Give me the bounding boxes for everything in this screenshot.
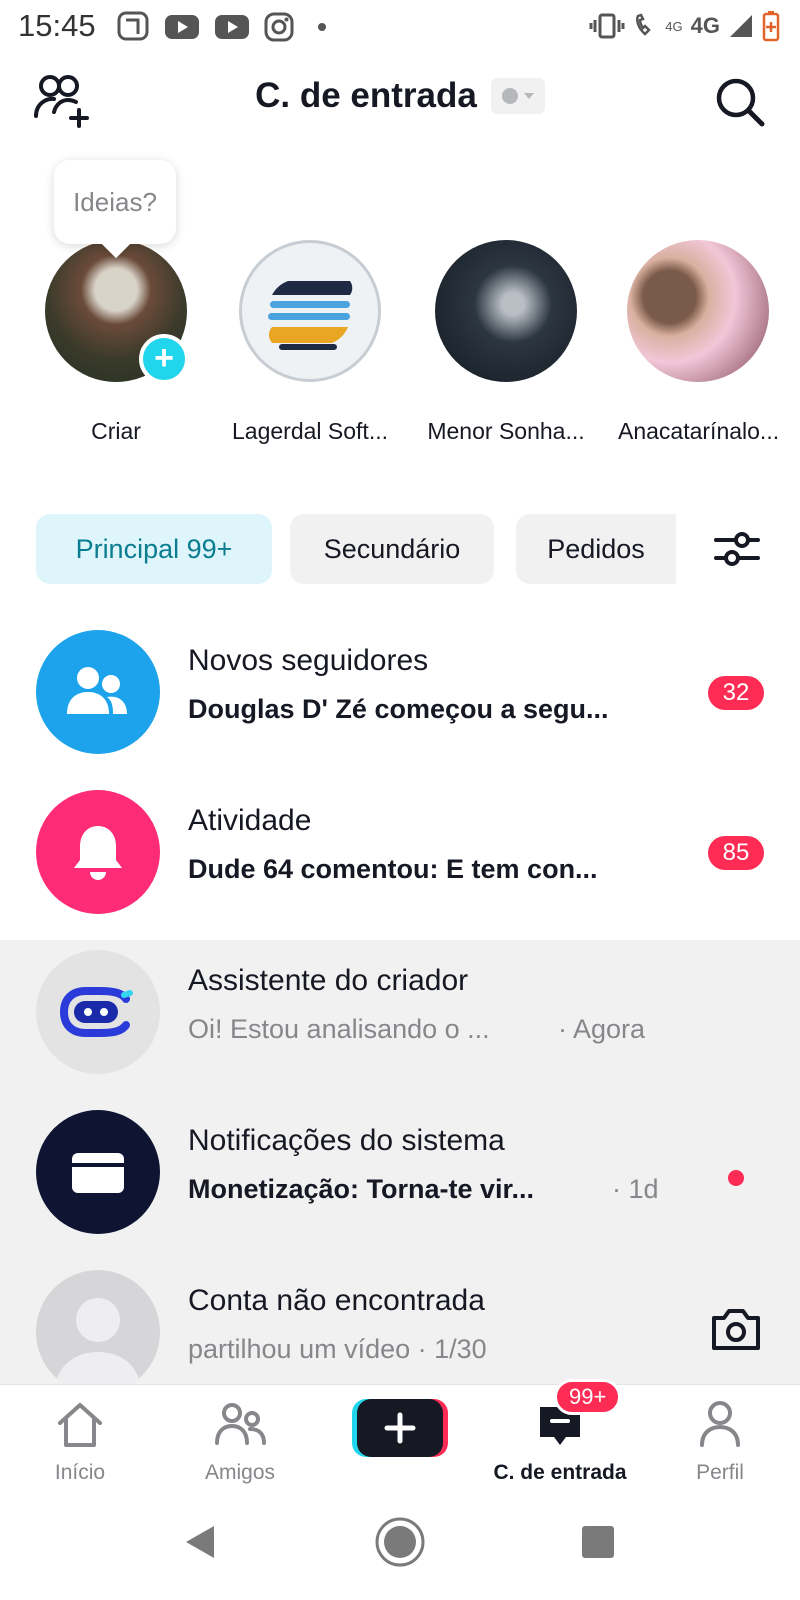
nav-profile[interactable]: Perfil [650,1399,790,1485]
stories-row: Ideias? + Criar Lagerdal Soft... Menor S… [0,158,800,458]
nav-home[interactable]: Início [10,1399,150,1485]
list-item-activity[interactable]: Atividade Dude 64 comentou: E tem con...… [0,780,800,940]
story-create[interactable]: + Criar [36,240,196,445]
list-item-system-notifications[interactable]: Notificações do sistema Monetização: Tor… [0,1100,800,1260]
system-status-icons: 4G 4G [589,10,780,42]
chevron-down-icon [523,93,534,99]
inbox-list: Novos seguidores Douglas D' Zé começou a… [0,620,800,1384]
filter-chip-requests[interactable]: Pedidos [516,514,676,584]
filter-chip-primary[interactable]: Principal 99+ [36,514,272,584]
inbox-tray-icon [36,1110,160,1234]
search-icon[interactable] [712,74,770,132]
status-bar: 15:45 4G 4G [0,0,800,52]
unread-count-badge: 85 [708,836,764,870]
status-dot [501,88,518,104]
signal-icon [730,15,752,37]
nav-label: Perfil [696,1461,744,1484]
list-item-creator-assistant[interactable]: Assistente do criador Oi! Estou analisan… [0,940,800,1100]
list-item-time: · Agora [558,1014,646,1044]
list-item-subtitle: partilhou um vídeo · 1/30 [188,1334,487,1364]
youtube-icon [215,15,249,39]
inbox-header: C. de entrada [0,64,800,140]
app-notification-icon [117,11,149,41]
lagerdal-logo [268,281,353,350]
network-type-small: 4G [665,18,683,34]
nav-label: C. de entrada [493,1461,627,1484]
battery-icon [762,11,780,42]
inbox-unread-badge: 99+ [554,1379,622,1415]
home-icon [58,1403,102,1447]
friends-icon [215,1403,266,1445]
sliders-icon[interactable] [712,524,762,574]
unread-count-badge: 32 [708,676,764,710]
nav-friends[interactable]: Amigos [170,1399,310,1485]
volte-call-icon [636,13,652,36]
list-item-time: · 1d [612,1174,659,1204]
list-item-subtitle: Monetização: Torna-te vir... [188,1174,535,1204]
header-title-group[interactable]: C. de entrada [0,76,800,116]
list-item-title: Atividade [188,804,312,837]
story-item[interactable]: Lagerdal Soft... [230,240,390,445]
bell-icon [36,790,160,914]
story-name: Criar [91,418,141,444]
nav-label: Amigos [204,1461,276,1484]
avatar [435,240,577,382]
list-item-account-not-found[interactable]: Conta não encontrada partilhou um vídeo … [0,1260,800,1384]
assistant-icon [36,950,160,1074]
status-time: 15:45 [18,8,96,43]
story-item[interactable]: Anacatarínalo... [618,240,780,445]
avatar [239,240,381,382]
recents-icon[interactable] [580,1524,616,1560]
story-item[interactable]: Menor Sonha... [426,240,586,445]
list-item-subtitle: Dude 64 comentou: E tem con... [188,854,598,884]
list-item-title: Notificações do sistema [188,1124,505,1157]
system-navigation-bar [0,1486,800,1600]
create-video-button[interactable] [352,1397,448,1459]
inbox-filters: Principal 99+ Secundário Pedidos [36,514,800,586]
avatar: + [45,240,189,384]
list-item-subtitle: Oi! Estou analisando o ... [188,1014,490,1044]
avatar [627,240,769,382]
default-avatar-icon [36,1270,160,1384]
camera-icon[interactable] [706,1300,766,1360]
story-name: Anacatarínalo... [618,418,780,444]
network-type: 4G [690,13,720,38]
instagram-icon [264,12,294,42]
followers-icon [36,630,160,754]
unread-dot [728,1170,744,1186]
list-item-new-followers[interactable]: Novos seguidores Douglas D' Zé começou a… [0,620,800,780]
home-button-icon[interactable] [374,1516,426,1568]
story-name: Lagerdal Soft... [232,418,388,444]
list-item-subtitle: Douglas D' Zé começou a segu... [188,694,609,724]
vibrate-icon [589,13,625,39]
list-item-title: Novos seguidores [188,644,429,677]
notification-icons [116,10,326,44]
more-notifications-dot [318,23,326,31]
status-selector[interactable] [490,78,545,114]
youtube-icon [165,15,199,39]
profile-icon [700,1401,740,1447]
nav-label: Início [54,1461,106,1484]
ideas-tooltip[interactable]: Ideias? [54,160,176,244]
list-item-title: Conta não encontrada [188,1284,485,1317]
add-story-plus-icon[interactable]: + [139,334,189,384]
list-item-title: Assistente do criador [188,964,469,997]
back-icon[interactable] [180,1522,220,1562]
bottom-navigation: Início Amigos C. de entrada 99+ Perfil [0,1379,800,1486]
story-name: Menor Sonha... [427,418,585,444]
filter-chip-secondary[interactable]: Secundário [290,514,494,584]
page-title: C. de entrada [255,76,477,115]
